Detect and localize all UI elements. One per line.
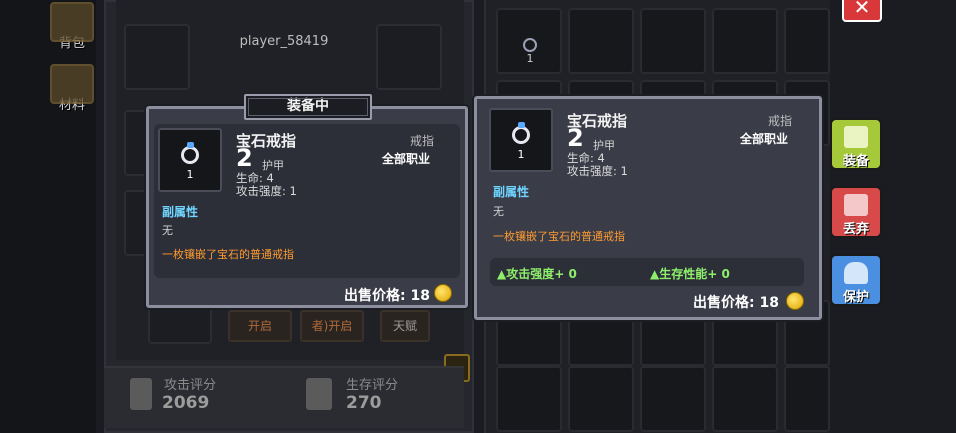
- item-category: 戒指: [410, 134, 435, 148]
- equip-slot-helmet[interactable]: [124, 24, 190, 90]
- bag-item-ring[interactable]: 1: [515, 38, 545, 65]
- discard-button-label: 丢弃: [842, 222, 869, 237]
- item-count: 1: [517, 148, 525, 161]
- bag-slot[interactable]: [784, 8, 830, 74]
- bag-slot[interactable]: [496, 366, 562, 432]
- ring-icon: [512, 122, 530, 144]
- backpack-icon: [50, 2, 94, 42]
- coin-icon: [434, 284, 452, 302]
- close-button[interactable]: ✕: [842, 0, 882, 22]
- lock-icon: [844, 262, 868, 284]
- protect-button-label: 保护: [842, 290, 869, 305]
- sub-attr-value: 无: [493, 205, 504, 218]
- item-description: 一枚镶嵌了宝石的普通戒指: [162, 248, 294, 261]
- bag-slot[interactable]: [640, 366, 706, 432]
- bag-item-icon-box: 1: [489, 108, 553, 172]
- locked-slot-1[interactable]: 开启: [228, 310, 292, 342]
- equipped-tag: 装备中: [244, 94, 372, 120]
- sub-attr-title: 副属性: [493, 185, 530, 199]
- ring-icon: [181, 142, 199, 164]
- survival-score-label: 生存评分: [346, 378, 399, 393]
- trash-icon: [844, 194, 868, 216]
- locked-slot-2[interactable]: 者)开启: [300, 310, 364, 342]
- item-count: 1: [186, 168, 194, 181]
- stat-hp: 生命: 4: [236, 171, 274, 185]
- sub-attr-title: 副属性: [162, 205, 199, 219]
- bag-slot[interactable]: [784, 366, 830, 432]
- bag-slot[interactable]: [568, 8, 634, 74]
- item-description: 一枚镶嵌了宝石的普通戒指: [493, 230, 625, 243]
- item-level: 2: [567, 124, 584, 152]
- bag-slot[interactable]: [568, 366, 634, 432]
- coin-icon: [786, 292, 804, 310]
- stat-attack: 攻击强度: 1: [567, 164, 628, 178]
- score-bar: [104, 366, 464, 428]
- item-level: 2: [236, 144, 253, 172]
- equipped-item-icon-box: 1: [158, 128, 222, 192]
- shield-icon: [306, 378, 332, 410]
- compare-attack: ▲攻击强度+ 0: [497, 267, 577, 281]
- sub-attr-value: 无: [162, 224, 173, 237]
- attack-score-label: 攻击评分: [164, 378, 217, 393]
- equip-button-label: 装备: [842, 154, 869, 169]
- item-class: 全部职业: [382, 152, 431, 166]
- armor-icon: [844, 126, 868, 148]
- materials-icon: [50, 64, 94, 104]
- item-category: 戒指: [768, 114, 793, 128]
- sword-icon: [130, 378, 152, 410]
- locked-slot-talent[interactable]: 天赋: [380, 310, 430, 342]
- bag-slot[interactable]: [712, 8, 778, 74]
- stat-hp: 生命: 4: [567, 151, 605, 165]
- survival-score-value: 270: [346, 393, 382, 413]
- discard-button[interactable]: 丢弃: [830, 186, 882, 238]
- equip-button[interactable]: 装备: [830, 118, 882, 170]
- item-class: 全部职业: [740, 132, 789, 146]
- equip-slot-amulet[interactable]: [376, 24, 442, 90]
- bag-slot[interactable]: [712, 366, 778, 432]
- sell-price: 出售价格: 18: [693, 295, 779, 311]
- attack-score-value: 2069: [162, 393, 210, 413]
- tab-materials[interactable]: 材料: [44, 64, 100, 120]
- bag-item-count: 1: [526, 52, 534, 65]
- stat-attack: 攻击强度: 1: [236, 184, 297, 198]
- player-name: player_58419: [239, 34, 329, 49]
- compare-survival: ▲生存性能+ 0: [650, 267, 730, 281]
- protect-button[interactable]: 保护: [830, 254, 882, 306]
- ring-icon: [523, 38, 537, 52]
- sell-price: 出售价格: 18: [344, 288, 430, 304]
- tab-backpack[interactable]: 背包: [44, 2, 100, 58]
- bag-slot[interactable]: [640, 8, 706, 74]
